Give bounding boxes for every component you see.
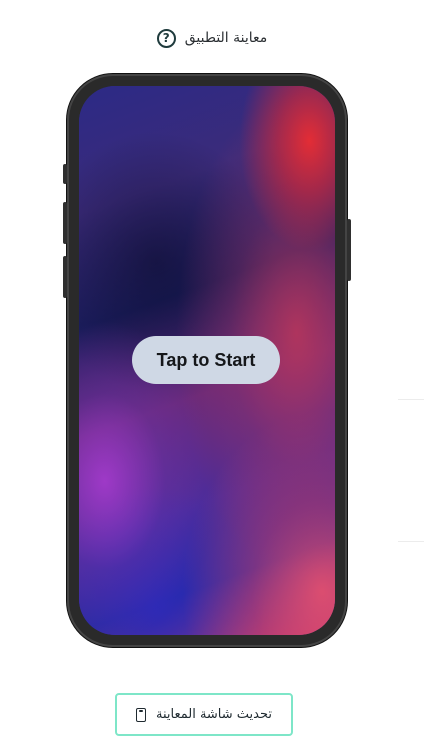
phone-side-button	[63, 164, 67, 184]
phone-frame: Tap to Start	[63, 74, 351, 647]
refresh-preview-label: تحديث شاشة المعاينة	[155, 707, 273, 722]
phone-screen: Tap to Start	[79, 86, 335, 635]
phone-side-button	[63, 256, 67, 298]
mobile-device-icon	[135, 707, 146, 722]
preview-header: معاينة التطبيق ?	[0, 26, 424, 50]
app-preview-page: معاينة التطبيق ? Tap to Start تحديث شاشة…	[0, 0, 424, 747]
phone-side-button	[63, 202, 67, 244]
help-icon[interactable]: ?	[156, 28, 176, 48]
refresh-preview-button[interactable]: تحديث شاشة المعاينة	[115, 693, 293, 736]
page-title: معاينة التطبيق	[184, 30, 268, 46]
tap-to-start-button[interactable]: Tap to Start	[132, 336, 280, 384]
divider-line	[398, 399, 424, 400]
divider-line	[398, 541, 424, 542]
phone-side-button	[347, 219, 351, 281]
